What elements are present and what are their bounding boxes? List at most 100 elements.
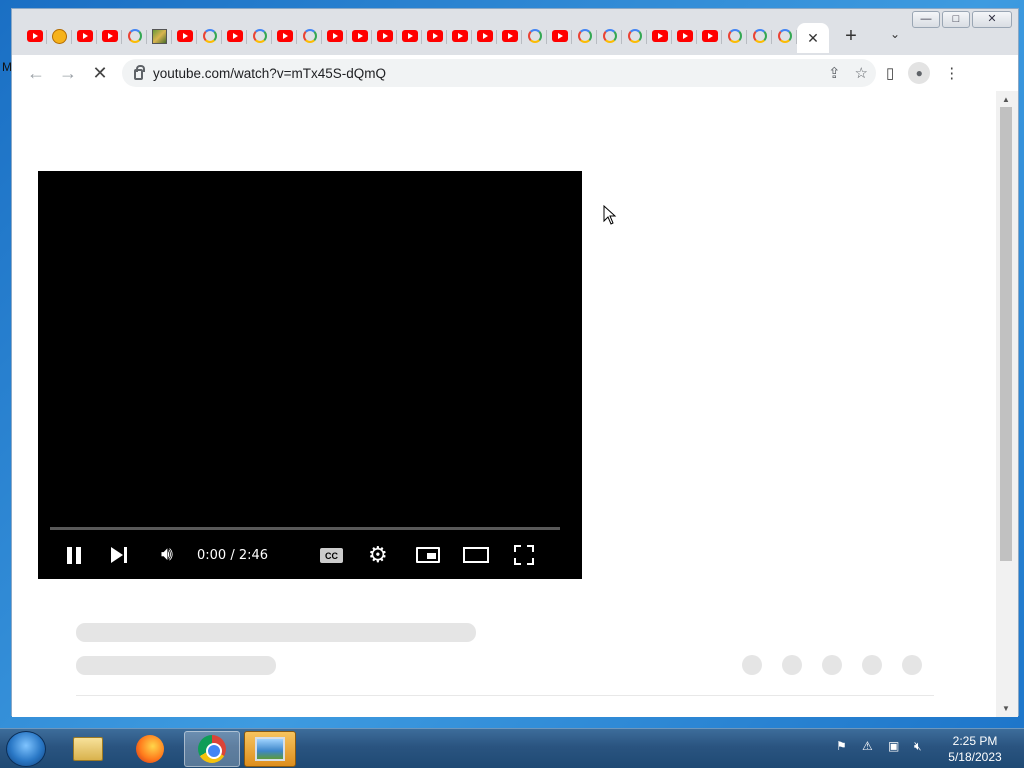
volume-icon[interactable]: 🔊︎ — [156, 543, 178, 567]
emoji-favicon-icon — [52, 28, 67, 44]
captions-button[interactable]: CC — [320, 548, 343, 563]
address-bar[interactable]: youtube.com/watch?v=mTx45S-dQmQ ⇪ ☆ — [122, 59, 876, 87]
browser-tab[interactable] — [472, 23, 497, 49]
google-favicon-icon — [127, 29, 142, 43]
page-scrollbar[interactable]: ▲ ▼ — [996, 91, 1018, 717]
browser-tab[interactable] — [347, 23, 372, 49]
browser-tab[interactable] — [622, 23, 647, 49]
clock-date: 5/18/2023 — [948, 750, 1002, 764]
miniplayer-button[interactable] — [416, 547, 440, 563]
forward-button[interactable]: → — [52, 57, 84, 89]
page-viewport: 🔊︎ 0:00 / 2:46 CC ⚙ — [12, 91, 996, 717]
scroll-down-icon[interactable]: ▼ — [1002, 704, 1010, 713]
action-center-icon[interactable]: ⚑ — [836, 739, 852, 755]
minimize-button[interactable]: — — [912, 11, 940, 28]
close-tab-icon[interactable]: ✕ — [807, 30, 819, 47]
browser-tab[interactable] — [172, 23, 197, 49]
browser-tab[interactable] — [497, 23, 522, 49]
back-button[interactable]: ← — [20, 57, 52, 89]
browser-tab[interactable] — [97, 23, 122, 49]
profile-avatar-icon[interactable]: ● — [908, 62, 931, 84]
browser-tab[interactable] — [447, 23, 472, 49]
clock[interactable]: 2:25 PM 5/18/2023 — [940, 733, 1010, 765]
tab-search-icon[interactable]: ⌄ — [890, 27, 900, 41]
section-divider — [76, 695, 934, 696]
youtube-favicon-icon — [551, 30, 568, 42]
youtube-favicon-icon — [176, 30, 193, 42]
tab-strip: ✕ + ⌄ — □ ✕ — [12, 9, 1018, 55]
google-favicon-icon — [752, 29, 767, 43]
action-skeleton — [782, 655, 802, 675]
picture-icon — [255, 737, 285, 761]
scroll-thumb[interactable] — [1000, 107, 1012, 561]
browser-tab[interactable] — [372, 23, 397, 49]
network-icon[interactable]: ▣ — [888, 739, 904, 755]
youtube-favicon-icon — [401, 30, 418, 42]
player-controls: 🔊︎ 0:00 / 2:46 CC ⚙ — [38, 539, 582, 571]
google-favicon-icon — [527, 29, 542, 43]
browser-tab[interactable] — [147, 23, 172, 49]
share-icon[interactable]: ⇪ — [828, 64, 841, 82]
chrome-icon — [198, 735, 226, 763]
youtube-favicon-icon — [701, 30, 718, 42]
youtube-favicon-icon — [451, 30, 468, 42]
theater-mode-button[interactable] — [463, 547, 489, 563]
network-error-icon[interactable]: ⚠ — [862, 739, 878, 755]
youtube-favicon-icon — [676, 30, 693, 42]
browser-tab[interactable] — [72, 23, 97, 49]
browser-tab[interactable] — [522, 23, 547, 49]
browser-tab[interactable] — [272, 23, 297, 49]
browser-tab[interactable] — [572, 23, 597, 49]
volume-muted-icon[interactable]: 🔇︎ — [914, 739, 930, 755]
fullscreen-button[interactable] — [514, 545, 534, 565]
browser-tab[interactable] — [697, 23, 722, 49]
taskbar-photo-viewer[interactable] — [244, 731, 296, 767]
video-player[interactable]: 🔊︎ 0:00 / 2:46 CC ⚙ — [38, 171, 582, 579]
scroll-up-icon[interactable]: ▲ — [1002, 95, 1010, 104]
browser-tab[interactable] — [647, 23, 672, 49]
browser-tab[interactable] — [547, 23, 572, 49]
google-favicon-icon — [602, 29, 617, 43]
chrome-window: ✕ + ⌄ — □ ✕ ← → ✕ youtube.com/watch?v=mTx… — [11, 8, 1019, 717]
browser-tab[interactable] — [22, 23, 47, 49]
taskbar-chrome[interactable] — [184, 731, 240, 767]
youtube-favicon-icon — [426, 30, 443, 42]
start-button[interactable] — [6, 731, 46, 767]
taskbar-firefox[interactable] — [122, 731, 178, 767]
system-tray: ⚑ ⚠ ▣ 🔇︎ — [836, 739, 930, 755]
pause-button[interactable] — [65, 543, 83, 567]
progress-bar[interactable] — [50, 527, 560, 530]
browser-tab[interactable] — [747, 23, 772, 49]
browser-tab[interactable] — [222, 23, 247, 49]
youtube-favicon-icon — [476, 30, 493, 42]
browser-tab[interactable] — [322, 23, 347, 49]
active-tab[interactable]: ✕ — [797, 23, 829, 53]
next-button[interactable] — [110, 543, 128, 567]
youtube-favicon-icon — [226, 30, 243, 42]
menu-kebab-icon[interactable]: ⋮ — [944, 64, 959, 82]
browser-tab[interactable] — [247, 23, 272, 49]
browser-tab[interactable] — [772, 23, 797, 49]
side-panel-icon[interactable]: ▯ — [886, 64, 894, 82]
browser-tab[interactable] — [597, 23, 622, 49]
close-window-button[interactable]: ✕ — [972, 11, 1012, 28]
new-tab-button[interactable]: + — [839, 25, 863, 48]
browser-tab[interactable] — [672, 23, 697, 49]
browser-tab[interactable] — [397, 23, 422, 49]
browser-tab[interactable] — [422, 23, 447, 49]
browser-tab[interactable] — [297, 23, 322, 49]
taskbar-explorer[interactable] — [60, 731, 116, 767]
image-favicon-icon — [152, 28, 167, 44]
browser-tab[interactable] — [122, 23, 147, 49]
stop-loading-button[interactable]: ✕ — [84, 57, 116, 89]
settings-gear-icon[interactable]: ⚙ — [368, 542, 388, 567]
browser-tab[interactable] — [197, 23, 222, 49]
browser-tab[interactable] — [722, 23, 747, 49]
lock-icon[interactable] — [134, 65, 145, 80]
title-skeleton — [76, 623, 476, 642]
address-url[interactable]: youtube.com/watch?v=mTx45S-dQmQ — [153, 66, 386, 81]
google-favicon-icon — [202, 29, 217, 43]
maximize-button[interactable]: □ — [942, 11, 970, 28]
bookmark-star-icon[interactable]: ☆ — [855, 64, 868, 82]
browser-tab[interactable] — [47, 23, 72, 49]
